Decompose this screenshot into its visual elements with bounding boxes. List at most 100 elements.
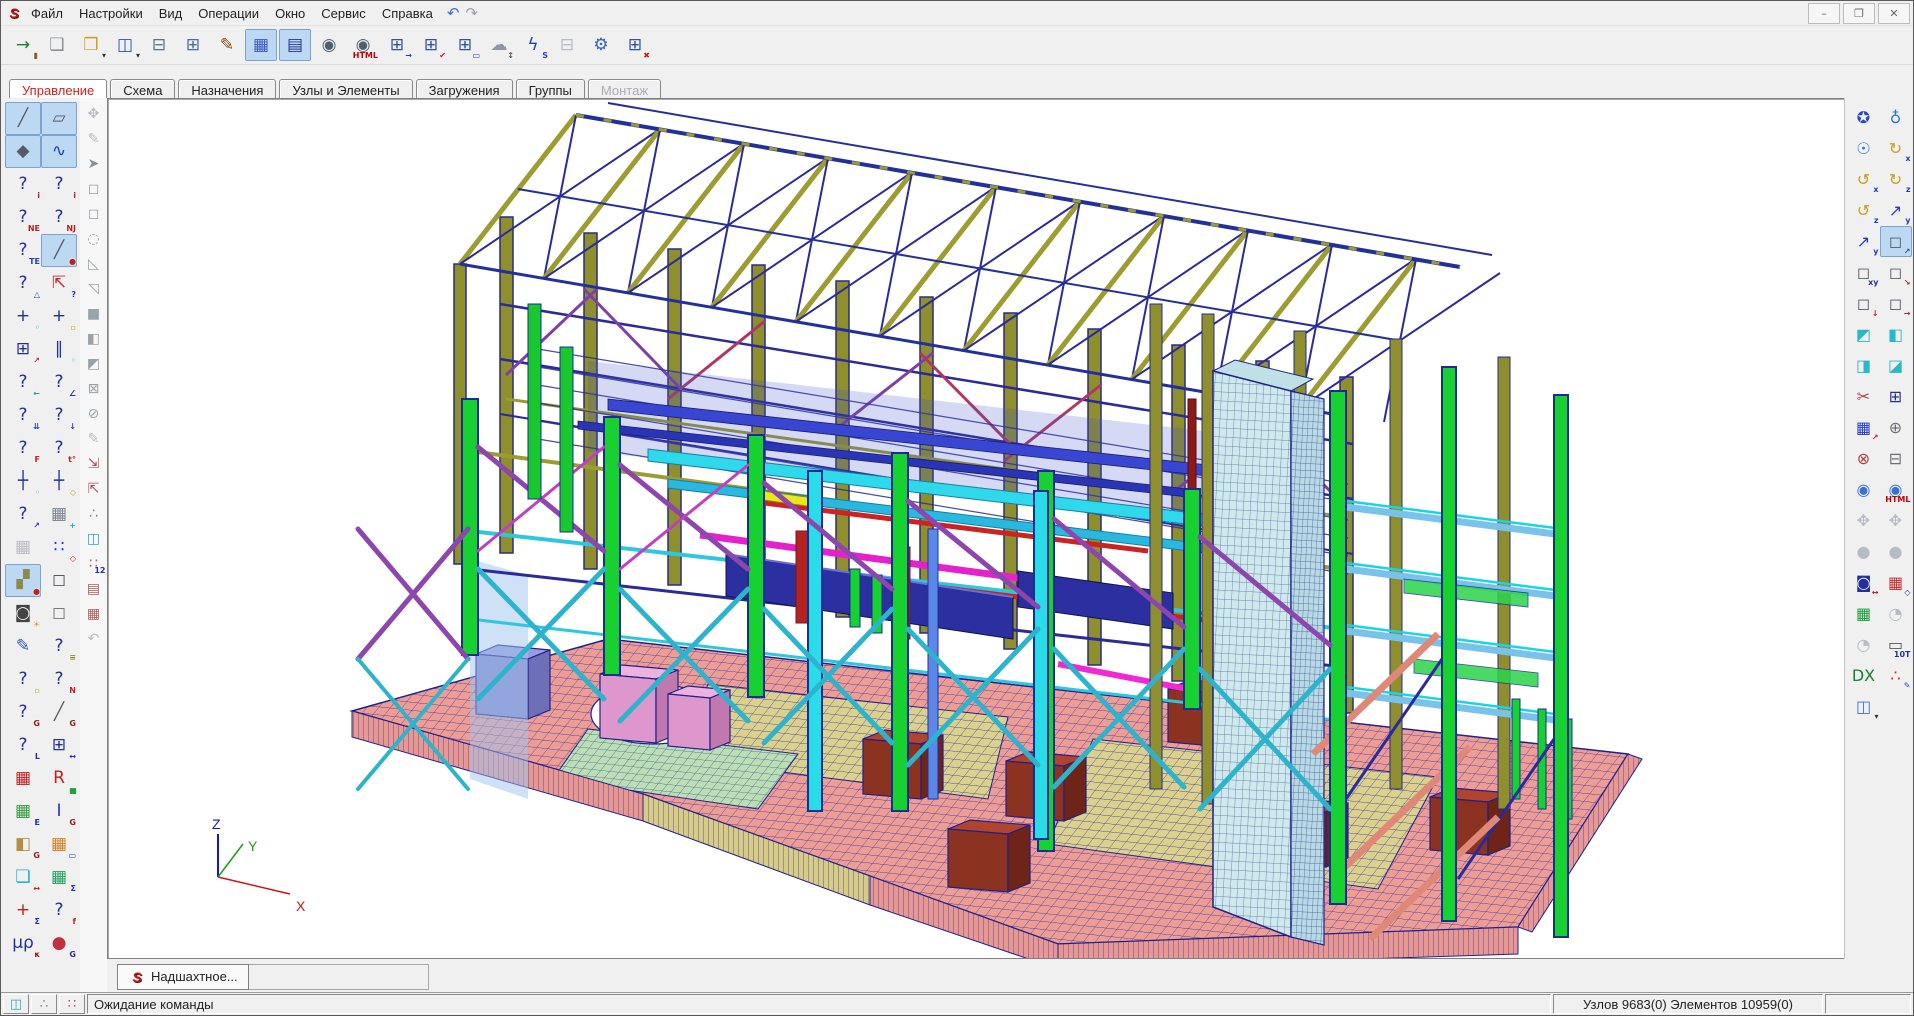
- zoom-off-icon[interactable]: ⊗: [1848, 443, 1880, 474]
- menu-file[interactable]: Файл: [23, 4, 71, 23]
- assign-support-icon[interactable]: ? △: [5, 267, 41, 300]
- node-filter-icon[interactable]: ∴: [31, 994, 57, 1014]
- exchange-icon[interactable]: ☁ ↕: [483, 29, 515, 61]
- wireframe-view-icon[interactable]: ◻: [81, 177, 107, 201]
- settings-box-icon[interactable]: ⚙: [585, 29, 617, 61]
- bar-load-icon[interactable]: ? ⇊: [5, 399, 41, 432]
- exit-icon[interactable]: → ▮: [7, 29, 39, 61]
- bar-end-node-icon[interactable]: ? NJ: [41, 201, 77, 234]
- group-loads-icon[interactable]: ? L: [5, 729, 41, 762]
- close-button[interactable]: ✕: [1878, 3, 1910, 24]
- menu-help[interactable]: Справка: [374, 4, 441, 23]
- rotate-x-ccw-icon[interactable]: ↺ x: [1848, 164, 1880, 195]
- model-tab[interactable]: S Надшахтное...: [117, 964, 249, 990]
- view-html-snapshot-icon[interactable]: ◉ HTML: [1880, 474, 1912, 505]
- bucket-restore-icon[interactable]: ◔: [1880, 598, 1912, 629]
- bar-start-node-icon[interactable]: ? NE: [5, 201, 41, 234]
- rotate-orbit-icon[interactable]: ♁: [1880, 102, 1912, 133]
- dxf-export-icon[interactable]: DX: [1848, 660, 1880, 691]
- info-bar-icon[interactable]: ? i: [5, 168, 41, 201]
- merge-bars-icon[interactable]: ┼ ◇: [41, 465, 77, 498]
- solid-shaded-icon[interactable]: ◧: [81, 327, 107, 351]
- nodes-net-icon[interactable]: ∷ ◇: [41, 531, 77, 564]
- steel-profile-icon[interactable]: ▞ ●: [5, 564, 41, 597]
- plate-filter-icon[interactable]: ◫: [3, 994, 29, 1014]
- check-table-icon[interactable]: ⊞ ✔: [415, 29, 447, 61]
- grid-nodes-icon[interactable]: ▦ +: [41, 498, 77, 531]
- node-local-axes-icon[interactable]: ? ∠: [41, 366, 77, 399]
- html-report-icon[interactable]: ◉ HTML: [347, 29, 379, 61]
- menu-settings[interactable]: Настройки: [71, 4, 151, 23]
- histogram-icon[interactable]: R ▅: [41, 762, 77, 795]
- menu-view[interactable]: Вид: [151, 4, 191, 23]
- bucket-save-icon[interactable]: ◔: [1848, 629, 1880, 660]
- bar-reverse-icon[interactable]: ? ←: [5, 366, 41, 399]
- drop-group-icon[interactable]: ● G: [41, 927, 77, 960]
- menu-window[interactable]: Окно: [267, 4, 313, 23]
- rotate-y-ccw-icon[interactable]: ↗ y: [1848, 226, 1880, 257]
- marker-green-icon[interactable]: ●: [1848, 536, 1880, 567]
- zoom-icon[interactable]: ⊕: [1880, 412, 1912, 443]
- cut-lasso-icon[interactable]: ✂: [1848, 381, 1880, 412]
- sum-nodes-icon[interactable]: + Σ: [5, 894, 41, 927]
- fe-types-icon[interactable]: ▦ E: [5, 795, 41, 828]
- view-snapshot-icon[interactable]: ◉: [1848, 474, 1880, 505]
- face-top-icon[interactable]: ◩: [1848, 319, 1880, 350]
- save-icon[interactable]: ◫ ▾: [109, 29, 141, 61]
- plate-clamp-icon[interactable]: ◫: [81, 527, 107, 551]
- wireframe-dashed-icon[interactable]: ◌: [81, 227, 107, 251]
- concrete-section-icon[interactable]: ◧ G: [5, 828, 41, 861]
- rotate-free-icon[interactable]: ✪: [1848, 102, 1880, 133]
- menu-operations[interactable]: Операции: [190, 4, 267, 23]
- face-left-icon[interactable]: ◨: [1848, 350, 1880, 381]
- scad-calc-icon[interactable]: ϟ S: [517, 29, 549, 61]
- grid-spacing-icon[interactable]: ⊞ ↔: [41, 729, 77, 762]
- snap-node-icon[interactable]: ? ▫: [5, 663, 41, 696]
- copy-schema-icon[interactable]: ▦: [5, 531, 41, 564]
- move-node-icon[interactable]: ⇱ ?: [41, 267, 77, 300]
- open-file-icon[interactable]: ❒ ▾: [75, 29, 107, 61]
- proj-front-icon[interactable]: ◻ ↘: [1880, 257, 1912, 288]
- rotate-z-icon[interactable]: ↻ z: [1880, 164, 1912, 195]
- edit-schema-icon[interactable]: ✎: [211, 29, 243, 61]
- press-plate-icon[interactable]: ⊞ ↗: [5, 333, 41, 366]
- preview-table-icon[interactable]: ⊞ ▭: [449, 29, 481, 61]
- force-load-icon[interactable]: ? F: [5, 432, 41, 465]
- green-table-icon[interactable]: ▦: [1848, 598, 1880, 629]
- select-cursor-icon[interactable]: ➤: [81, 152, 107, 176]
- axes-view-icon[interactable]: ◻ xy: [1848, 257, 1880, 288]
- new-file-icon[interactable]: ❑: [41, 29, 73, 61]
- group-bars-icon[interactable]: ╱ G: [41, 696, 77, 729]
- info-node-icon[interactable]: ? i: [41, 168, 77, 201]
- add-bar-icon[interactable]: ╱: [5, 102, 41, 135]
- undo-view-icon[interactable]: ↶: [81, 627, 107, 651]
- rotate-z-ccw-icon[interactable]: ↺ z: [1848, 195, 1880, 226]
- face-iso-icon[interactable]: ◪: [1880, 350, 1912, 381]
- proj-side-icon[interactable]: ◻ →: [1880, 288, 1912, 319]
- show-cube-icon[interactable]: ◻: [41, 564, 77, 597]
- color-table-icon[interactable]: ▤: [81, 577, 107, 601]
- layers-icon[interactable]: ? ≡: [41, 630, 77, 663]
- friction-params-icon[interactable]: μρ κ: [5, 927, 41, 960]
- minimize-button[interactable]: –: [1808, 3, 1840, 24]
- isometric-view-icon[interactable]: ◻ ↗: [1880, 226, 1912, 257]
- redo-icon[interactable]: ↷: [465, 4, 478, 22]
- section-view-icon[interactable]: ◺: [81, 252, 107, 276]
- fe-table-icon[interactable]: ▦: [5, 762, 41, 795]
- calculator-icon[interactable]: ▤: [279, 29, 311, 61]
- group-nodes-icon[interactable]: ? G: [5, 696, 41, 729]
- hand-accept-icon[interactable]: ✥: [1848, 505, 1880, 536]
- rotate-y-icon[interactable]: ↗ y: [1880, 195, 1912, 226]
- delete-table-icon[interactable]: ⊞ ✖: [619, 29, 651, 61]
- steel-section-icon[interactable]: I G: [41, 795, 77, 828]
- paint-assign-icon[interactable]: ✎: [5, 630, 41, 663]
- viewport-canvas[interactable]: Z Y X: [107, 98, 1847, 959]
- scatter-nodes-icon[interactable]: ∴ ✎: [1880, 660, 1912, 691]
- line-load-icon[interactable]: ? f: [41, 894, 77, 927]
- digital-display-icon[interactable]: ▭ 10T: [1880, 629, 1912, 660]
- room-view-icon[interactable]: ◙ ☀: [5, 597, 41, 630]
- merge-nodes-icon[interactable]: ┼ ◦: [5, 465, 41, 498]
- pan-view-icon[interactable]: ✥: [81, 102, 107, 126]
- solid-cross-icon[interactable]: ⊠: [81, 377, 107, 401]
- model-3d-view[interactable]: Z Y X: [108, 99, 1846, 958]
